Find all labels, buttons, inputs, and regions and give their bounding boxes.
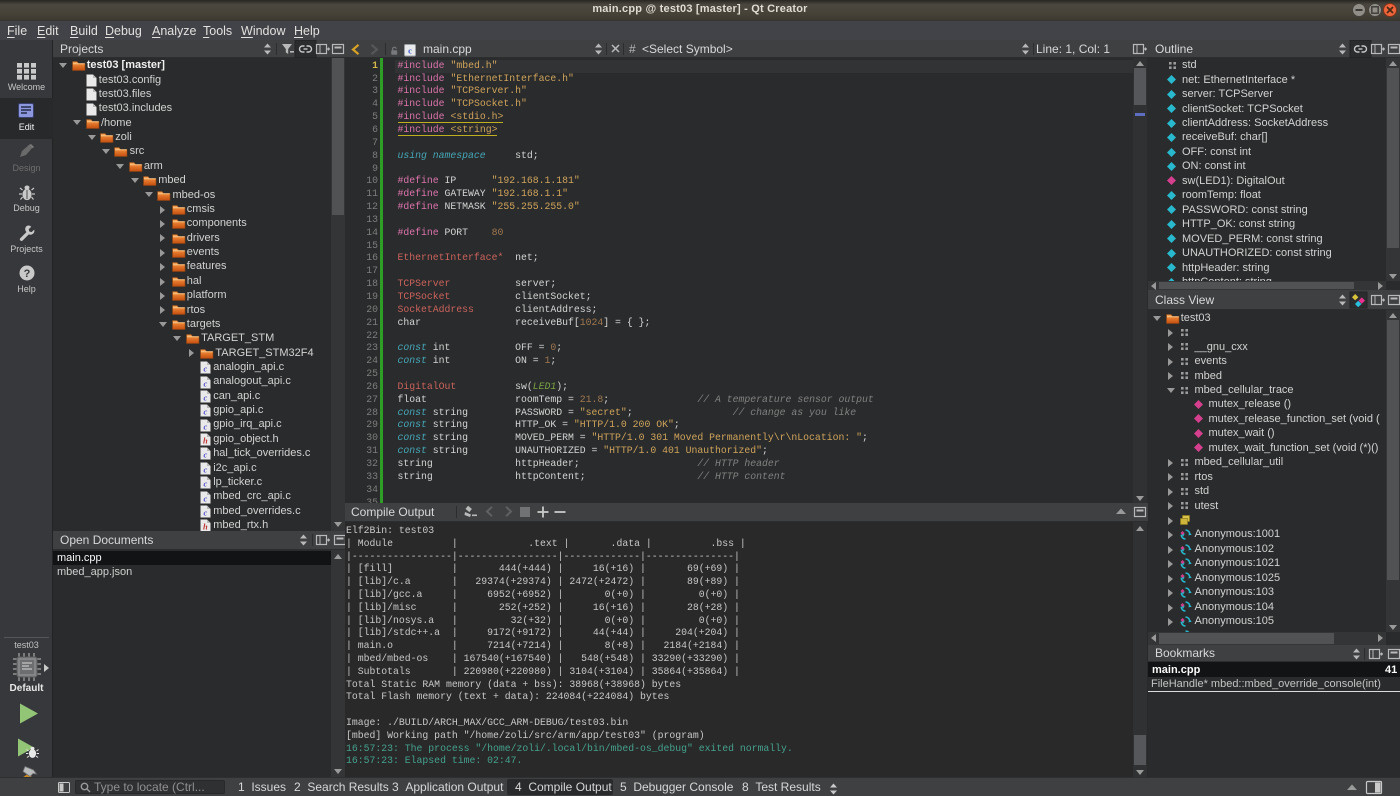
svg-text:c: c xyxy=(204,407,208,417)
svg-text:c: c xyxy=(204,507,208,517)
svg-text:c: c xyxy=(204,392,208,402)
svg-text:c: c xyxy=(204,450,208,460)
svg-text:c: c xyxy=(204,479,208,489)
svg-text:?: ? xyxy=(24,268,31,280)
svg-text:c: c xyxy=(204,493,208,503)
svg-text:c: c xyxy=(408,45,412,55)
svg-text:c: c xyxy=(204,421,208,431)
svg-text:c: c xyxy=(204,464,208,474)
svg-text:c: c xyxy=(204,378,208,388)
svg-text:c: c xyxy=(204,364,208,374)
svg-text:h: h xyxy=(203,435,208,445)
